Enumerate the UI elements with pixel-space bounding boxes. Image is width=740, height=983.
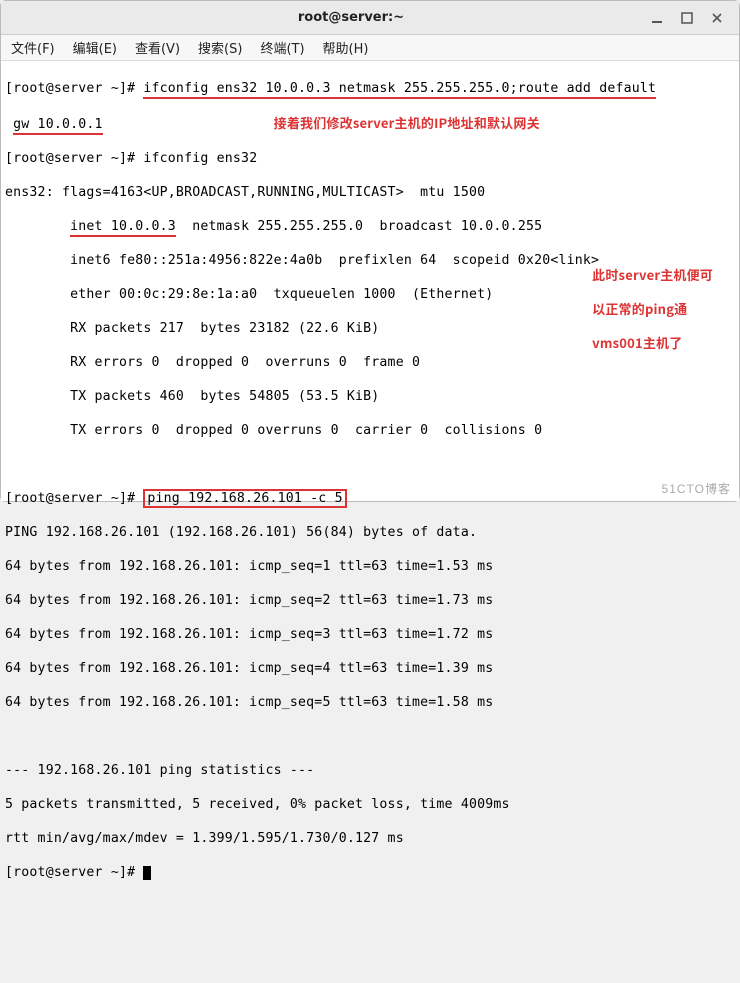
cmd-ifconfig-show: ifconfig ens32: [143, 151, 257, 166]
titlebar: root@server:~: [1, 1, 739, 35]
annotation-1: 接着我们修改server主机的IP地址和默认网关: [274, 113, 540, 132]
prompt: [root@server ~]#: [5, 865, 135, 880]
prompt: [root@server ~]#: [5, 151, 135, 166]
ping-reply: 64 bytes from 192.168.26.101: icmp_seq=5…: [5, 694, 735, 711]
menu-edit[interactable]: 编辑(E): [73, 38, 117, 57]
terminal-area[interactable]: [root@server ~]# ifconfig ens32 10.0.0.3…: [1, 61, 739, 501]
ping-reply: 64 bytes from 192.168.26.101: icmp_seq=4…: [5, 660, 735, 677]
ping-reply: 64 bytes from 192.168.26.101: icmp_seq=3…: [5, 626, 735, 643]
window-title: root@server:~: [51, 10, 651, 25]
ping-stats: --- 192.168.26.101 ping statistics ---: [5, 762, 735, 779]
ping-reply: 64 bytes from 192.168.26.101: icmp_seq=1…: [5, 558, 735, 575]
ping-stats: 5 packets transmitted, 5 received, 0% pa…: [5, 796, 735, 813]
inet-address: inet 10.0.0.3: [70, 219, 176, 237]
cursor: [143, 866, 151, 880]
menu-search[interactable]: 搜索(S): [198, 38, 242, 57]
maximize-icon[interactable]: [681, 12, 693, 24]
menu-view[interactable]: 查看(V): [135, 38, 180, 57]
menubar: 文件(F) 编辑(E) 查看(V) 搜索(S) 终端(T) 帮助(H): [1, 35, 739, 61]
cmd-ping: ping 192.168.26.101 -c 5: [143, 489, 346, 508]
ifconfig-output-line: TX packets 460 bytes 54805 (53.5 KiB): [5, 388, 735, 405]
menu-file[interactable]: 文件(F): [11, 38, 55, 57]
prompt: [root@server ~]#: [5, 491, 135, 506]
annotation-2-line1: 此时server主机便可: [592, 263, 713, 287]
annotation-2-line3: vms001主机了: [592, 331, 713, 355]
annotation-2-line2: 以正常的ping通: [592, 297, 713, 321]
ping-reply: 64 bytes from 192.168.26.101: icmp_seq=2…: [5, 592, 735, 609]
annotation-block-2: 此时server主机便可 以正常的ping通 vms001主机了: [592, 263, 713, 355]
ifconfig-output-line: TX errors 0 dropped 0 overruns 0 carrier…: [5, 422, 735, 439]
menu-help[interactable]: 帮助(H): [323, 38, 369, 57]
prompt: [root@server ~]#: [5, 81, 135, 96]
ifconfig-output-line: RX errors 0 dropped 0 overruns 0 frame 0: [5, 354, 735, 371]
minimize-icon[interactable]: [651, 12, 663, 24]
window-buttons: [651, 12, 739, 24]
ifconfig-output-line: ens32: flags=4163<UP,BROADCAST,RUNNING,M…: [5, 184, 735, 201]
ping-stats: rtt min/avg/max/mdev = 1.399/1.595/1.730…: [5, 830, 735, 847]
cmd-ifconfig-set: ifconfig ens32 10.0.0.3 netmask 255.255.…: [143, 81, 656, 99]
close-icon[interactable]: [711, 12, 723, 24]
menu-term[interactable]: 终端(T): [260, 38, 304, 57]
cmd-ifconfig-set-cont: gw 10.0.0.1: [13, 117, 103, 135]
ping-header: PING 192.168.26.101 (192.168.26.101) 56(…: [5, 524, 735, 541]
watermark: 51CTO博客: [662, 481, 731, 498]
